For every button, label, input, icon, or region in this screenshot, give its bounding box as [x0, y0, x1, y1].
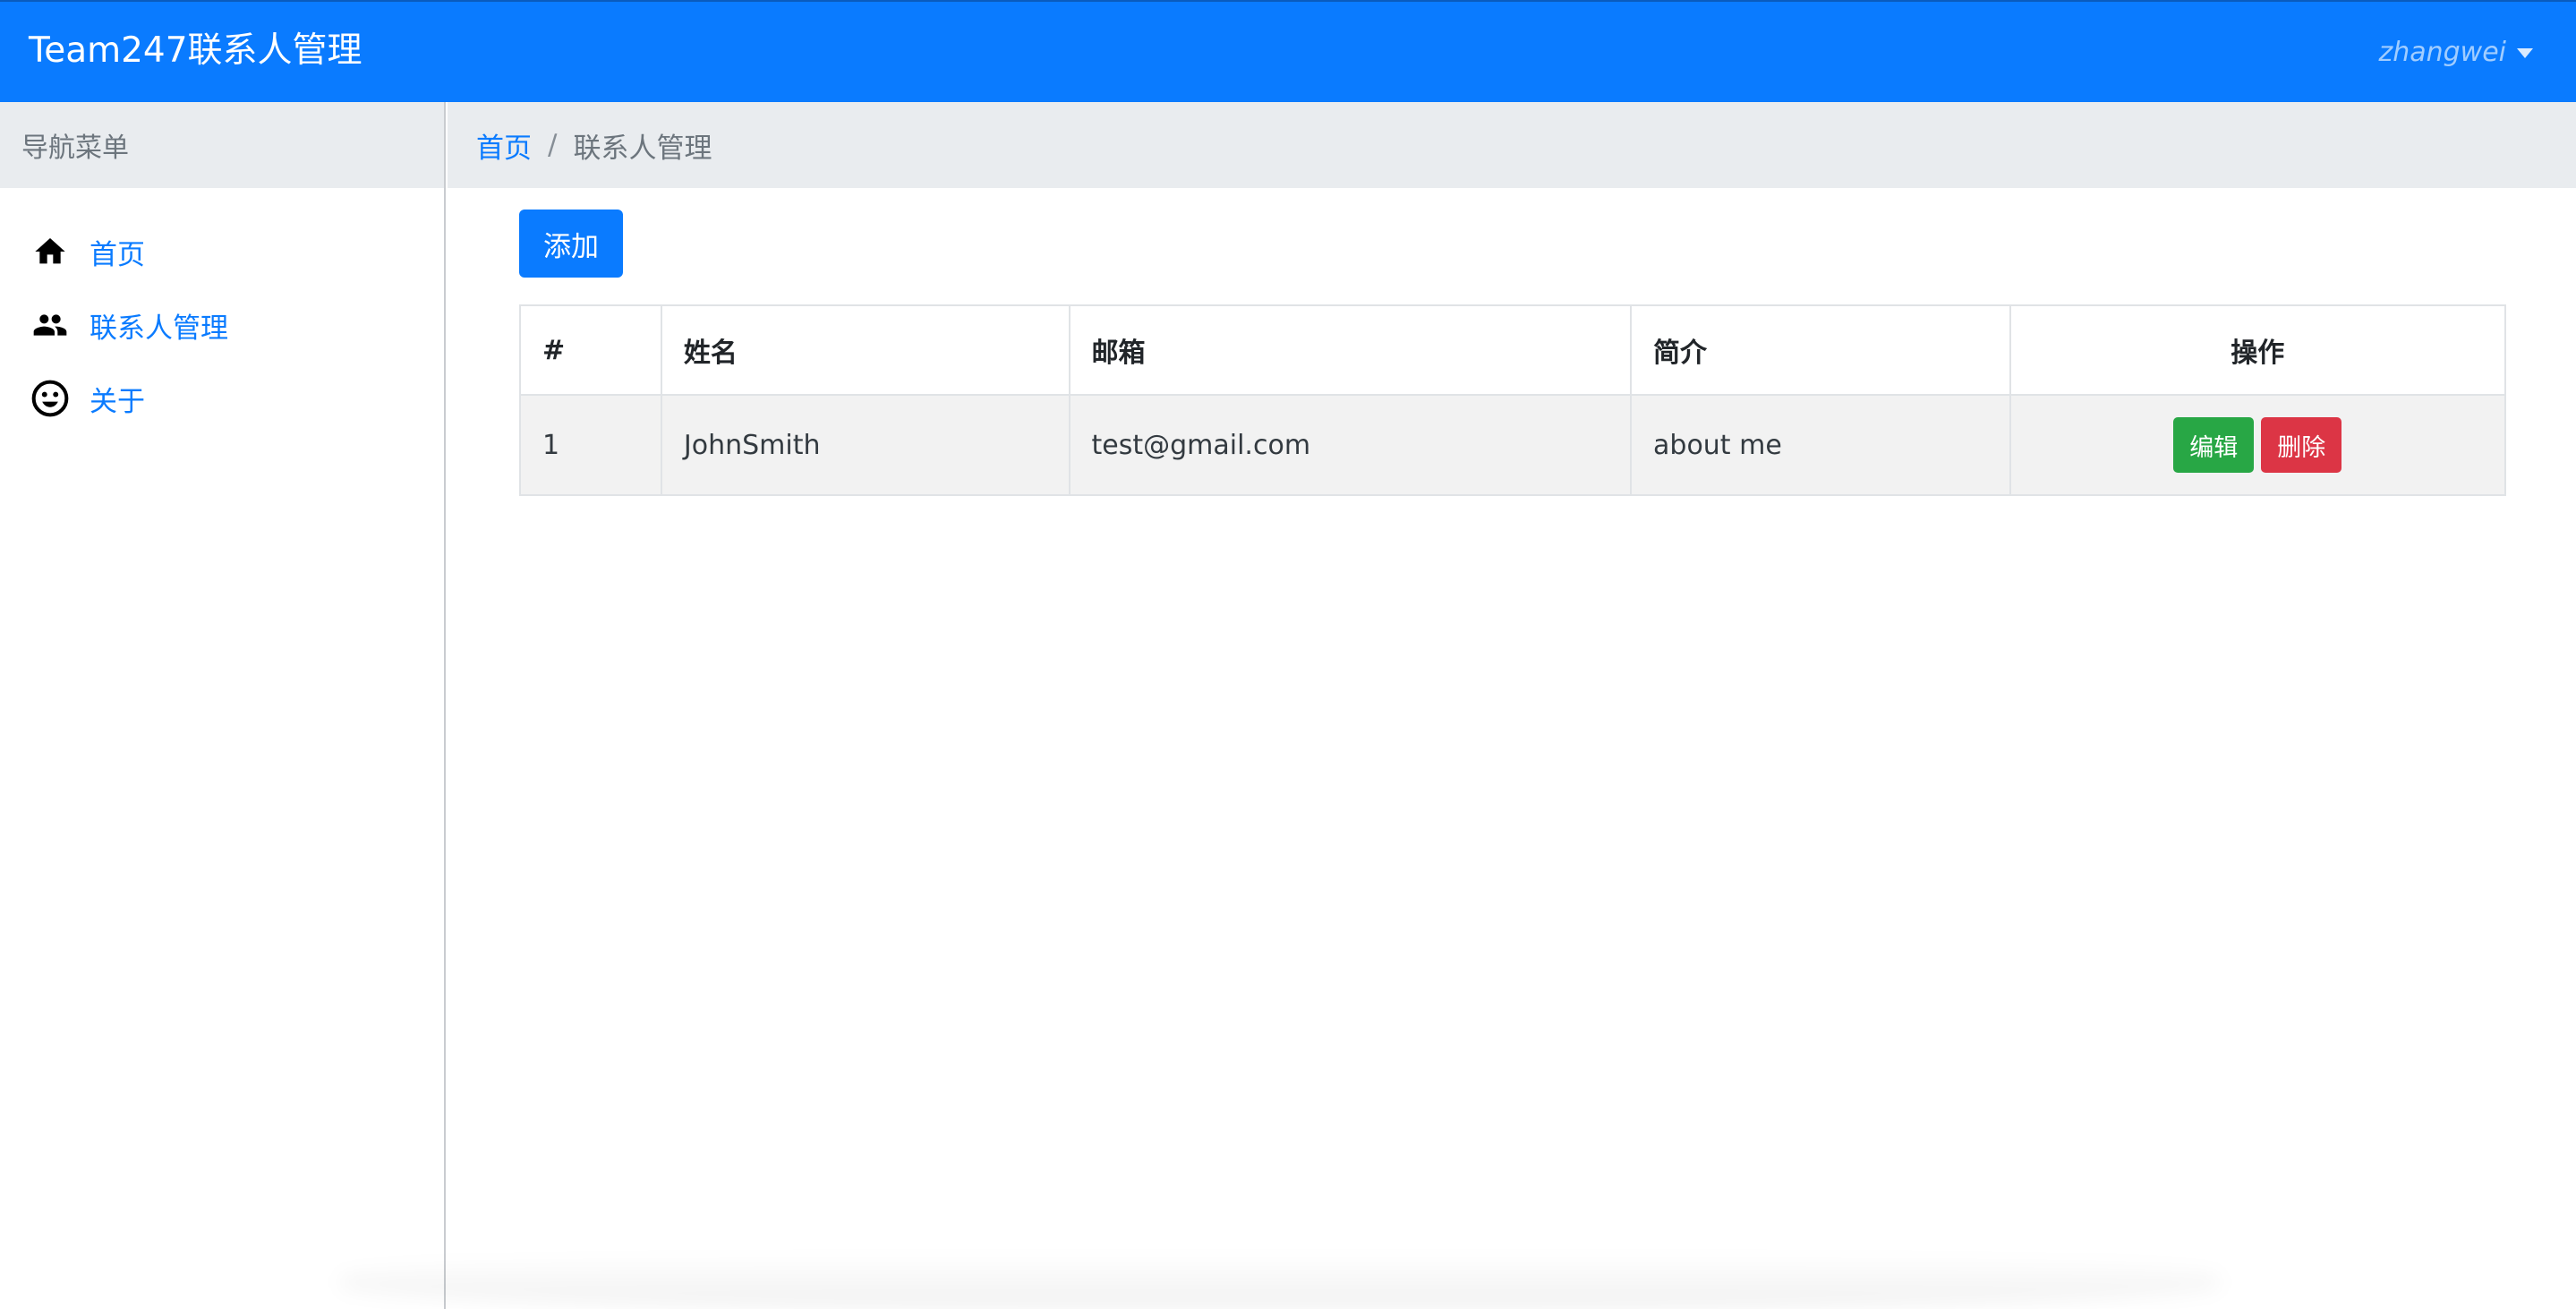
- contacts-table-container: # 姓名 邮箱 简介 操作 1 JohnSmith test@gmail.com…: [519, 304, 2507, 496]
- breadcrumb-separator: /: [548, 129, 558, 161]
- column-header-name: 姓名: [660, 304, 1070, 396]
- column-header-bio: 简介: [1630, 304, 2011, 396]
- breadcrumb-home-link[interactable]: 首页: [476, 125, 532, 166]
- user-menu-dropdown[interactable]: zhangwei: [2378, 30, 2533, 75]
- cell-name: JohnSmith: [660, 394, 1070, 496]
- table-row: 1 JohnSmith test@gmail.com about me 编辑 删除: [519, 394, 2507, 496]
- home-icon: [29, 230, 72, 273]
- cell-email: test@gmail.com: [1068, 394, 1633, 496]
- column-header-email: 邮箱: [1068, 304, 1633, 396]
- cell-number: 1: [519, 394, 662, 496]
- cell-actions: 编辑 删除: [2009, 394, 2507, 496]
- breadcrumb-current: 联系人管理: [573, 132, 712, 165]
- column-header-number: #: [519, 304, 662, 396]
- app-title[interactable]: Team247联系人管理: [29, 25, 363, 77]
- sidebar-item-contacts[interactable]: 联系人管理: [0, 288, 444, 362]
- caret-down-icon: [2517, 47, 2533, 58]
- sidebar: 导航菜单 首页 联系人管理 关于: [0, 102, 446, 1309]
- people-icon: [29, 304, 72, 346]
- sidebar-item-label: 关于: [90, 385, 145, 418]
- sidebar-item-label: 首页: [90, 238, 145, 271]
- cell-bio: about me: [1630, 394, 2011, 496]
- top-navbar: Team247联系人管理 zhangwei: [0, 0, 2576, 102]
- smiley-icon: [29, 377, 72, 420]
- sidebar-item-about[interactable]: 关于: [0, 362, 444, 435]
- table-header-row: # 姓名 邮箱 简介 操作: [519, 304, 2507, 396]
- breadcrumb: 首页 / 联系人管理: [448, 102, 2576, 188]
- user-name: zhangwei: [2378, 37, 2506, 68]
- add-contact-button[interactable]: 添加: [519, 210, 623, 278]
- edit-button[interactable]: 编辑: [2173, 417, 2255, 473]
- sidebar-header: 导航菜单: [0, 102, 444, 188]
- contacts-table: # 姓名 邮箱 简介 操作 1 JohnSmith test@gmail.com…: [519, 304, 2507, 496]
- sidebar-item-label: 联系人管理: [90, 312, 228, 345]
- column-header-actions: 操作: [2009, 304, 2507, 396]
- delete-button[interactable]: 删除: [2261, 417, 2342, 473]
- bottom-shadow: [340, 1253, 2220, 1309]
- sidebar-nav: 首页 联系人管理 关于: [0, 188, 444, 435]
- sidebar-item-home[interactable]: 首页: [0, 215, 444, 288]
